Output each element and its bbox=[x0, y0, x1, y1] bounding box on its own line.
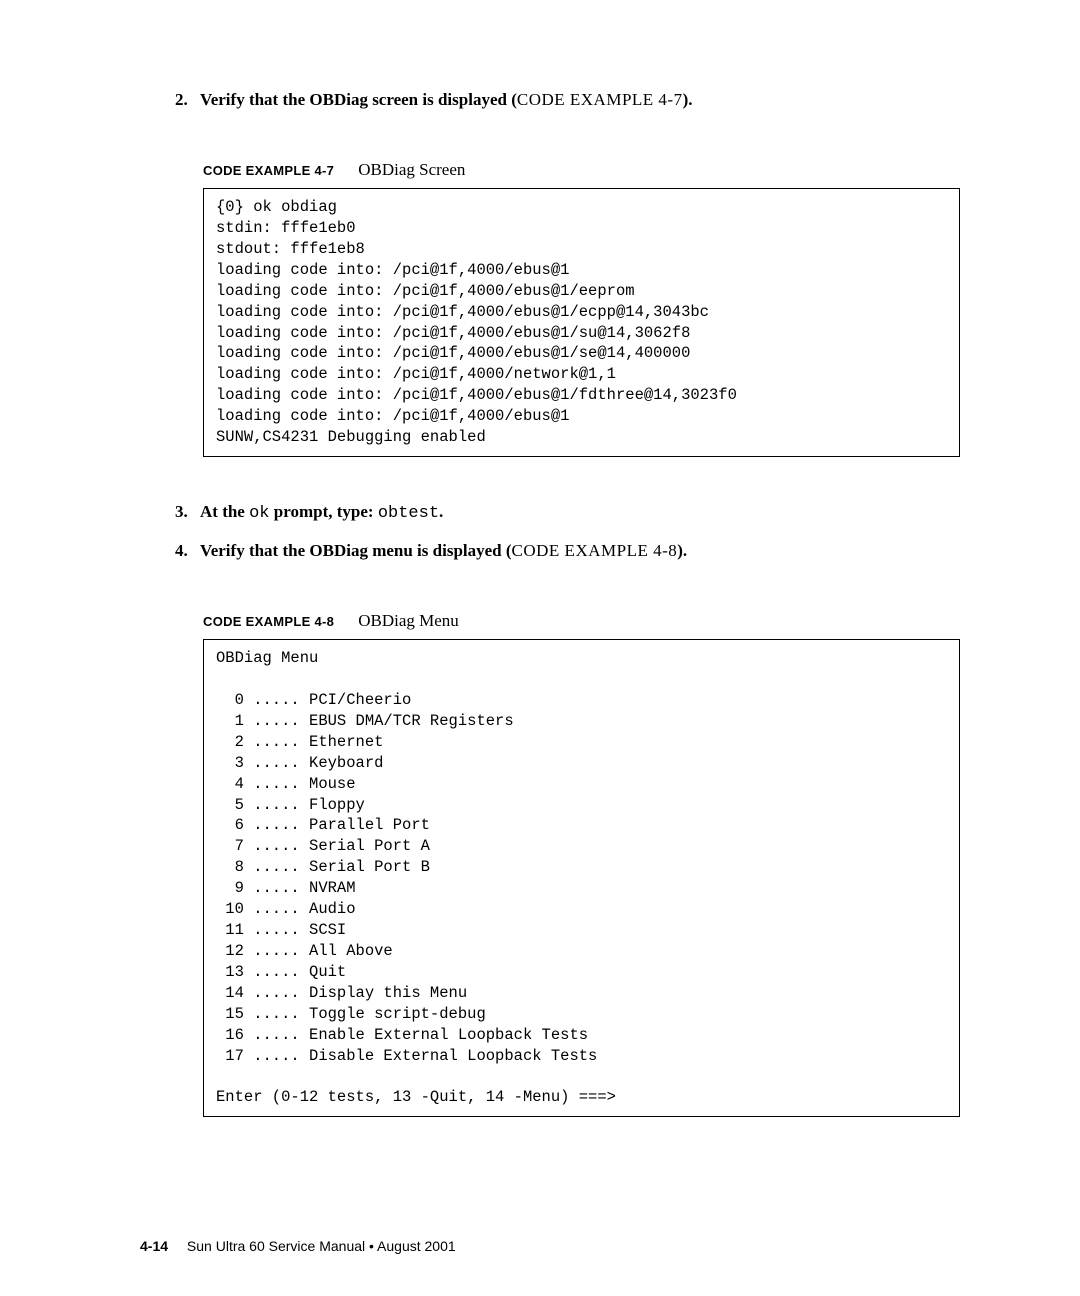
code-caption-48: CODE EXAMPLE 4-8 OBDiag Menu bbox=[203, 611, 960, 631]
step-3: 3. At the ok prompt, type: obtest. bbox=[175, 502, 960, 523]
step-text: Verify that the OBDiag screen is display… bbox=[200, 90, 693, 110]
step-text-caps: CODE EXAMPLE 4-7 bbox=[517, 90, 683, 109]
footer-text: Sun Ultra 60 Service Manual • August 200… bbox=[187, 1238, 456, 1254]
code-title: OBDiag Screen bbox=[358, 160, 465, 179]
step-number: 2. bbox=[175, 90, 200, 110]
code-title: OBDiag Menu bbox=[358, 611, 459, 630]
step-text-bold: Verify that the OBDiag menu is displayed… bbox=[200, 541, 512, 560]
step-text-bold2: prompt, type: bbox=[270, 502, 378, 521]
step-text-bold: At the bbox=[200, 502, 249, 521]
step-text-caps: CODE EXAMPLE 4-8 bbox=[512, 541, 678, 560]
step-text-end: ). bbox=[683, 90, 693, 109]
step-number: 4. bbox=[175, 541, 200, 561]
step-text: At the ok prompt, type: obtest. bbox=[200, 502, 443, 523]
page-footer: 4-14 Sun Ultra 60 Service Manual • Augus… bbox=[140, 1238, 456, 1254]
code-caption-47: CODE EXAMPLE 4-7 OBDiag Screen bbox=[203, 160, 960, 180]
step-number: 3. bbox=[175, 502, 200, 523]
step-mono: ok bbox=[249, 504, 269, 523]
step-mono2: obtest bbox=[378, 504, 439, 523]
footer-page-number: 4-14 bbox=[140, 1238, 168, 1254]
step-text-end: . bbox=[439, 502, 443, 521]
code-block-48: OBDiag Menu 0 ..... PCI/Cheerio 1 ..... … bbox=[203, 639, 960, 1117]
code-label: CODE EXAMPLE 4-7 bbox=[203, 163, 334, 178]
step-2: 2. Verify that the OBDiag screen is disp… bbox=[175, 90, 960, 110]
step-text: Verify that the OBDiag menu is displayed… bbox=[200, 541, 687, 561]
code-block-47: {0} ok obdiag stdin: fffe1eb0 stdout: ff… bbox=[203, 188, 960, 457]
step-4: 4. Verify that the OBDiag menu is displa… bbox=[175, 541, 960, 561]
step-text-bold: Verify that the OBDiag screen is display… bbox=[200, 90, 517, 109]
step-text-end: ). bbox=[677, 541, 687, 560]
code-label: CODE EXAMPLE 4-8 bbox=[203, 614, 334, 629]
